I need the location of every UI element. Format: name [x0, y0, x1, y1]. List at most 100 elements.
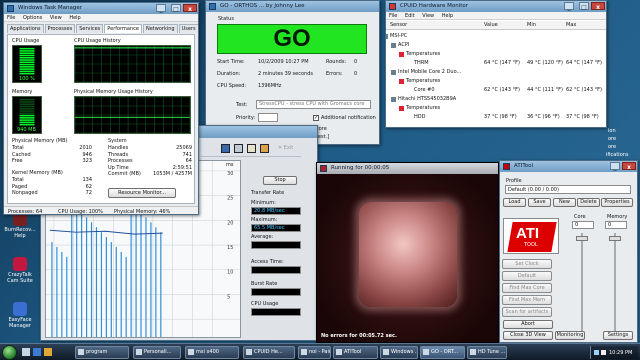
taskbar-item[interactable]: HD Tune ... — [467, 346, 507, 359]
taskbar-item[interactable]: GO - ORT... — [420, 346, 465, 359]
tab-networking[interactable]: Networking — [142, 24, 178, 33]
menu-file[interactable]: File — [7, 15, 15, 21]
memory-clock-field[interactable]: 0 — [605, 221, 627, 229]
menu-options[interactable]: Options — [23, 15, 42, 21]
meter-segment — [19, 47, 35, 50]
occt-titlebar: GO - ORTHOS ... by Johnny Lee — [206, 1, 379, 12]
folder-icon[interactable] — [44, 348, 52, 356]
profile-properties-button[interactable]: Properties — [601, 198, 633, 207]
profile-load-button[interactable]: Load — [503, 198, 526, 207]
meter-segment — [19, 63, 35, 66]
settings-button[interactable]: Settings — [603, 331, 633, 340]
tab-applications[interactable]: Applications — [7, 24, 44, 33]
maximize-button[interactable]: □ — [579, 2, 589, 11]
sensor-row[interactable]: HDD 37 °C (98 °F) 36 °C (96 °F) 37 °C (98 °… — [386, 113, 606, 121]
ati-side-button[interactable]: Set Clock — [502, 259, 552, 269]
stat-label: Total — [12, 177, 24, 183]
sensor-max: 62 °C (143 °F) — [566, 87, 602, 93]
start-button[interactable] — [2, 345, 17, 360]
taskbar-app-icon — [136, 349, 142, 355]
menu-edit[interactable]: Edit — [405, 13, 415, 19]
core-slider-thumb[interactable] — [576, 236, 588, 241]
volume-icon[interactable] — [601, 350, 606, 355]
save-icon[interactable] — [247, 144, 256, 153]
memory-slider-thumb[interactable] — [609, 236, 621, 241]
sensor-row[interactable]: Temperatures — [386, 104, 606, 112]
menu-file[interactable]: File — [389, 13, 397, 19]
profile-delete-button[interactable]: Delete — [577, 198, 600, 207]
taskbar-item[interactable]: program — [75, 346, 129, 359]
menu-view[interactable]: View — [422, 13, 434, 19]
col-value[interactable]: Value — [484, 22, 498, 28]
sensor-row[interactable]: Temperatures — [386, 77, 606, 85]
priority-select[interactable] — [258, 113, 278, 122]
camera-icon[interactable] — [260, 144, 269, 153]
sensor-row[interactable]: MSI-PC — [386, 32, 606, 40]
taskbar-item[interactable]: msi x400 — [185, 346, 239, 359]
close-button[interactable]: x — [591, 2, 605, 11]
taskbar-item[interactable]: CPUID He... — [243, 346, 295, 359]
core-clock-field[interactable]: 0 — [572, 221, 594, 229]
transfer-rate-label: Transfer Rate — [251, 190, 285, 196]
sensor-row[interactable]: ACPI — [386, 41, 606, 49]
clock[interactable]: 10:29 PM — [609, 350, 632, 356]
taskbar-item[interactable]: Personali... — [133, 346, 181, 359]
desktop-icon-easyface[interactable]: EasyFace Manager — [2, 302, 38, 329]
stat-value: 25069 — [176, 145, 192, 151]
core-slider-track[interactable] — [581, 233, 583, 331]
additional-notification-checkbox[interactable]: ✓ — [313, 115, 319, 121]
tab-users[interactable]: Users — [178, 24, 198, 33]
col-min[interactable]: Min — [527, 22, 536, 28]
taskbar-item[interactable]: ATITool — [333, 346, 378, 359]
ie-icon[interactable] — [33, 348, 41, 356]
col-max[interactable]: Max — [566, 22, 576, 28]
menu-help[interactable]: Help — [69, 15, 80, 21]
close-button[interactable]: x — [622, 162, 636, 171]
sensor-row[interactable]: THRM 64 °C (147 °F) 49 °C (120 °F) 64 °C (1… — [386, 59, 606, 67]
test-select[interactable]: StressCPU - stress CPU with Gromacs core — [256, 100, 371, 109]
info-icon[interactable] — [221, 144, 230, 153]
ati-side-button[interactable]: Find Max Core — [502, 283, 552, 293]
computer-icon — [386, 34, 388, 39]
cpuid-header: Sensor Value Min Max — [386, 21, 606, 30]
errors-value: 0 — [354, 71, 358, 77]
network-icon[interactable] — [594, 350, 599, 355]
desktop-icon-crazytalk[interactable]: CrazyTalk Cam Suite — [2, 257, 38, 284]
monitoring-button[interactable]: Monitoring — [555, 331, 585, 340]
sensor-row[interactable]: Core #0 62 °C (143 °F) 44 °C (111 °F) 62 °C… — [386, 86, 606, 94]
abort-button[interactable]: Abort — [503, 320, 553, 329]
sensor-row[interactable]: Temperatures — [386, 50, 606, 58]
desktop-icon-label: CrazyTalk Cam Suite — [7, 272, 33, 284]
sensor-row[interactable]: Hitachi HTS545032B9A — [386, 95, 606, 103]
close-button[interactable]: x — [183, 4, 197, 13]
burst-rate-value — [251, 288, 301, 296]
desktop-icon-burnrecovery[interactable]: BurnRecov... Help — [2, 212, 38, 239]
show-desktop-icon[interactable] — [22, 348, 30, 356]
tab-performance[interactable]: Performance — [104, 24, 142, 33]
profile-save-button[interactable]: Save — [528, 198, 551, 207]
tab-processes[interactable]: Processes — [44, 24, 76, 33]
ati-side-button[interactable]: Default — [502, 271, 552, 281]
ati-side-button[interactable]: Find Max Mem — [502, 295, 552, 305]
resource-monitor-button[interactable]: Resource Monitor... — [108, 188, 176, 198]
profile-select[interactable]: Default (0.00 / 0.00) — [505, 185, 631, 194]
minimize-button[interactable]: _ — [610, 162, 620, 171]
copy-icon[interactable] — [234, 144, 243, 153]
maximize-button[interactable]: □ — [171, 4, 181, 13]
ati-side-button[interactable]: Scan for artifacts — [502, 307, 552, 317]
minimize-button[interactable]: _ — [564, 2, 574, 11]
taskbar-item[interactable]: Windows ... — [380, 346, 418, 359]
memory-slider-track[interactable] — [614, 233, 616, 331]
stop-button[interactable]: Stop — [263, 176, 297, 185]
menu-view[interactable]: View — [50, 15, 62, 21]
tab-services[interactable]: Services — [76, 24, 104, 33]
exit-button[interactable]: ✕ Exit — [278, 145, 293, 151]
taskbar-item[interactable]: noi - Paint — [298, 346, 331, 359]
menu-help[interactable]: Help — [442, 13, 453, 19]
meter-segment — [19, 70, 35, 73]
col-sensor[interactable]: Sensor — [390, 22, 407, 28]
minimize-button[interactable]: _ — [156, 4, 166, 13]
profile-new-button[interactable]: New — [553, 198, 576, 207]
close-3d-view-button[interactable]: Close 3D View — [503, 331, 553, 340]
sensor-row[interactable]: Intel Mobile Core 2 Duo... — [386, 68, 606, 76]
